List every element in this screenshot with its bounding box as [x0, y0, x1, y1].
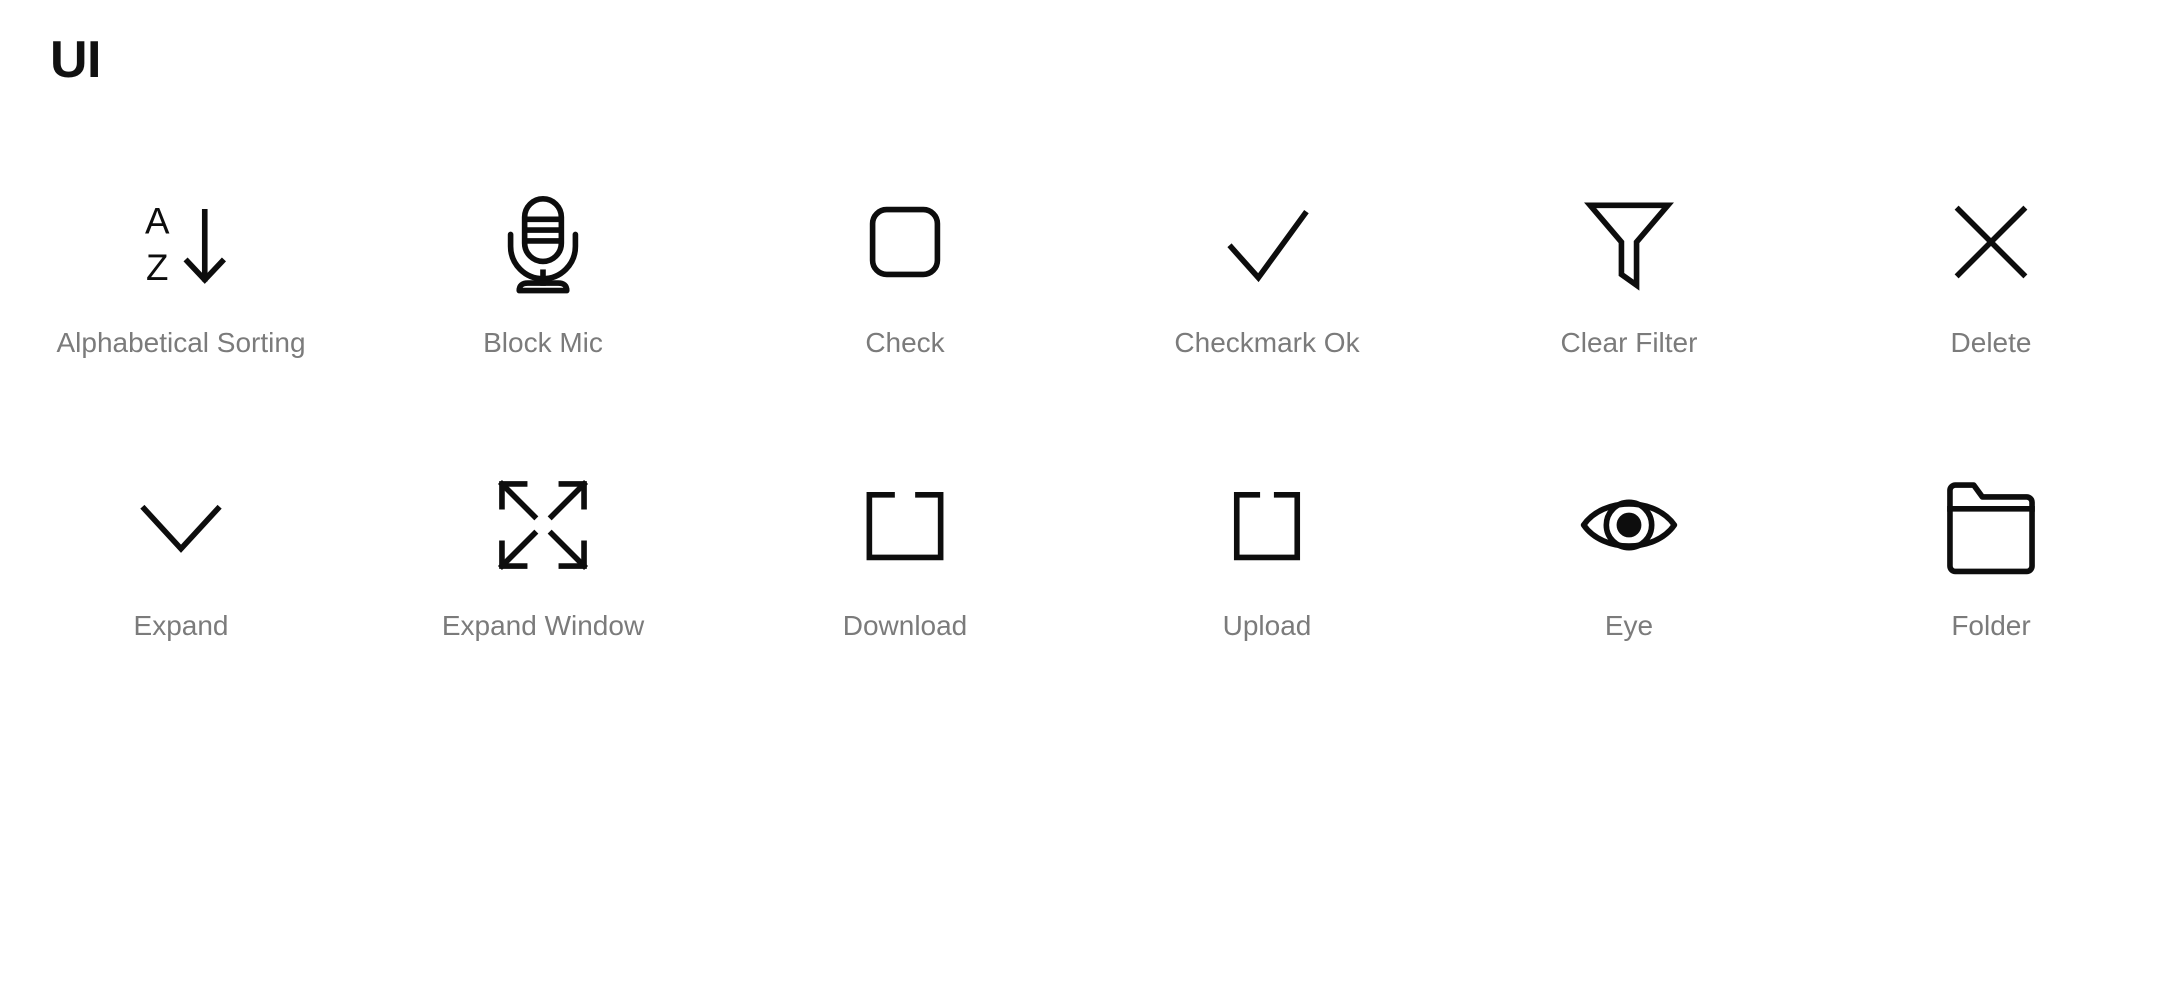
- icon-item-folder[interactable]: Folder: [1810, 453, 2172, 736]
- check-icon: [845, 182, 965, 302]
- icon-label: Expand: [133, 610, 229, 641]
- icon-label: Block Mic: [483, 327, 603, 358]
- alphabetical-sorting-icon: A Z: [121, 182, 241, 302]
- arrow-up-right: [547, 479, 589, 521]
- checkmark-ok-icon: [1207, 182, 1327, 302]
- icon-gallery-page: UI A Z Alphabetical Sorting Block Mic Ch…: [0, 0, 2172, 990]
- icon-label: Clear Filter: [1560, 327, 1698, 358]
- icon-item-download[interactable]: Download: [724, 453, 1086, 736]
- icon-label: Download: [842, 610, 968, 641]
- download-icon: [845, 465, 965, 585]
- upload-icon: [1207, 465, 1327, 585]
- eye-icon: [1569, 465, 1689, 585]
- icon-item-eye[interactable]: Eye: [1448, 453, 1810, 736]
- icon-label: Checkmark Ok: [1174, 327, 1360, 358]
- page-title: UI: [50, 31, 102, 89]
- arrow-down-left: [497, 529, 539, 571]
- icon-item-check[interactable]: Check: [724, 170, 1086, 453]
- icon-label: Eye: [1604, 610, 1654, 641]
- icon-label: Check: [865, 327, 945, 358]
- icon-item-alphabetical-sorting[interactable]: A Z Alphabetical Sorting: [0, 170, 362, 453]
- icon-item-clear-filter[interactable]: Clear Filter: [1448, 170, 1810, 453]
- sort-letter-bottom: Z: [146, 247, 168, 288]
- arrow-down-right: [547, 529, 589, 571]
- icon-item-checkmark-ok[interactable]: Checkmark Ok: [1086, 170, 1448, 453]
- sort-letter-top: A: [145, 200, 170, 241]
- icon-label: Delete: [1950, 327, 2032, 358]
- arrow-up-left: [497, 479, 539, 521]
- expand-window-icon: [483, 465, 603, 585]
- expand-icon: [121, 465, 241, 585]
- icon-item-block-mic[interactable]: Block Mic: [362, 170, 724, 453]
- icon-label: Alphabetical Sorting: [56, 327, 306, 358]
- folder-icon: [1931, 465, 2051, 585]
- icon-item-delete[interactable]: Delete: [1810, 170, 2172, 453]
- icon-label: Folder: [1951, 610, 2031, 641]
- icon-grid: A Z Alphabetical Sorting Block Mic Check…: [0, 170, 2172, 736]
- icon-label: Upload: [1222, 610, 1312, 641]
- icon-item-upload[interactable]: Upload: [1086, 453, 1448, 736]
- icon-item-expand-window[interactable]: Expand Window: [362, 453, 724, 736]
- icon-label: Expand Window: [441, 610, 645, 641]
- block-mic-icon: [483, 182, 603, 302]
- icon-item-expand[interactable]: Expand: [0, 453, 362, 736]
- delete-icon: [1931, 182, 2051, 302]
- sort-down-arrow: [183, 208, 227, 284]
- clear-filter-icon: [1569, 182, 1689, 302]
